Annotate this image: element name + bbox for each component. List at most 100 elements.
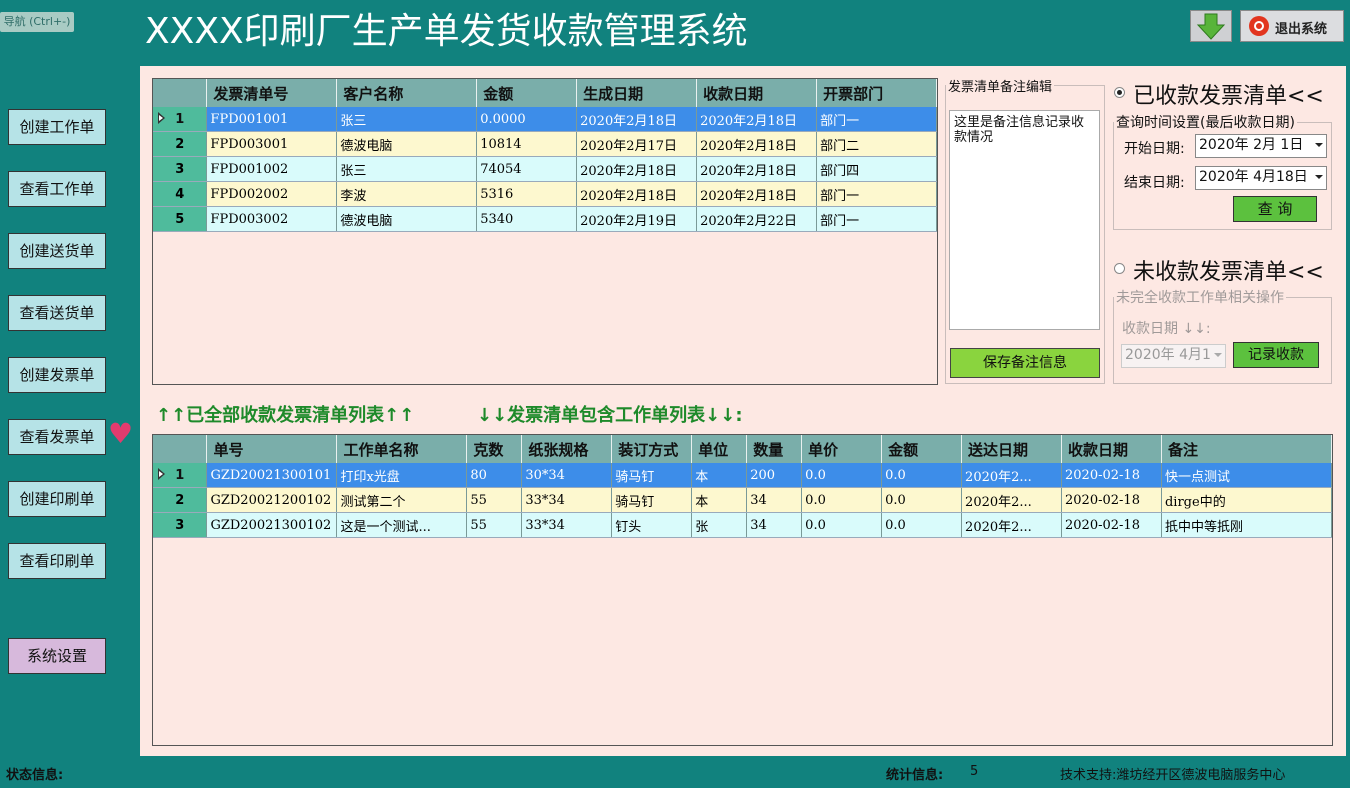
- table-cell[interactable]: 0.0: [801, 463, 883, 488]
- row-header[interactable]: 3: [153, 156, 208, 182]
- table-cell[interactable]: 2020-02-18: [1061, 512, 1162, 538]
- table-cell[interactable]: GZD20021300102: [206, 512, 338, 538]
- table-cell[interactable]: FPD003001: [206, 131, 338, 157]
- table-row[interactable]: 3 GZD20021300102 这是一个测试... 55 33*34 钉头 张…: [153, 512, 1332, 538]
- sidebar-item-view-print-order[interactable]: 查看印刷单: [8, 543, 106, 579]
- table-cell[interactable]: 2020年2...: [961, 512, 1063, 538]
- table-cell[interactable]: 张: [691, 512, 748, 538]
- table-cell[interactable]: 0.0: [881, 463, 963, 488]
- sidebar-item-create-work-order[interactable]: 创建工作单: [8, 109, 106, 145]
- record-payment-button[interactable]: 记录收款: [1233, 342, 1319, 368]
- column-header[interactable]: 单价: [801, 435, 883, 463]
- table-cell[interactable]: 80: [466, 463, 523, 488]
- start-date-picker[interactable]: 2020年 2月 1日: [1195, 134, 1327, 158]
- column-header[interactable]: 送达日期: [961, 435, 1063, 463]
- table-cell[interactable]: 2020年2月18日: [696, 156, 818, 182]
- table-row[interactable]: 1 GZD20021300101 打印x光盘 80 30*34 骑马钉 本 20…: [153, 463, 1332, 488]
- download-button[interactable]: [1190, 10, 1232, 42]
- table-cell[interactable]: 李波: [336, 181, 478, 207]
- table-cell[interactable]: 2020年2月18日: [696, 107, 818, 132]
- table-cell[interactable]: 2020年2月17日: [576, 131, 698, 157]
- table-row[interactable]: 2 FPD003001 德波电脑 10814 2020年2月17日 2020年2…: [153, 131, 937, 157]
- column-header[interactable]: 客户名称: [336, 79, 478, 107]
- row-header[interactable]: 3: [153, 512, 208, 538]
- invoice-list-grid[interactable]: 发票清单号 客户名称 金额 生成日期 收款日期 开票部门 1 FPD001001…: [152, 78, 938, 385]
- table-cell[interactable]: FPD001001: [206, 107, 338, 132]
- table-cell[interactable]: 钉头: [611, 512, 693, 538]
- table-cell[interactable]: 34: [746, 487, 803, 513]
- table-cell[interactable]: 2020年2月19日: [576, 206, 698, 232]
- table-cell[interactable]: 10814: [476, 131, 578, 157]
- row-header[interactable]: 4: [153, 181, 208, 207]
- table-cell[interactable]: FPD003002: [206, 206, 338, 232]
- table-cell[interactable]: 2020年2月18日: [696, 131, 818, 157]
- unpaid-invoices-radio[interactable]: [1114, 263, 1125, 274]
- column-header[interactable]: 纸张规格: [521, 435, 613, 463]
- column-header[interactable]: 装订方式: [611, 435, 693, 463]
- unpaid-invoices-label[interactable]: 未收款发票清单<<: [1133, 254, 1324, 286]
- table-cell[interactable]: 2020-02-18: [1061, 487, 1162, 513]
- table-cell[interactable]: 0.0: [801, 512, 883, 538]
- table-cell[interactable]: 2020年2月18日: [696, 181, 818, 207]
- table-cell[interactable]: 5340: [476, 206, 578, 232]
- table-cell[interactable]: 55: [466, 512, 523, 538]
- table-cell[interactable]: 本: [691, 487, 748, 513]
- table-cell[interactable]: 34: [746, 512, 803, 538]
- sidebar-item-view-delivery[interactable]: 查看送货单: [8, 295, 106, 331]
- sidebar-item-view-invoice[interactable]: 查看发票单: [8, 419, 106, 455]
- table-cell[interactable]: 2020年2...: [961, 487, 1063, 513]
- column-header[interactable]: 生成日期: [576, 79, 698, 107]
- column-header[interactable]: 单位: [691, 435, 748, 463]
- table-row[interactable]: 4 FPD002002 李波 5316 2020年2月18日 2020年2月18…: [153, 181, 937, 207]
- table-cell[interactable]: 0.0: [801, 487, 883, 513]
- table-cell[interactable]: 德波电脑: [336, 206, 478, 232]
- table-cell[interactable]: 快一点测试: [1161, 463, 1332, 488]
- table-cell[interactable]: FPD002002: [206, 181, 338, 207]
- column-header[interactable]: 数量: [746, 435, 803, 463]
- table-cell[interactable]: 德波电脑: [336, 131, 478, 157]
- sidebar-item-create-delivery[interactable]: 创建送货单: [8, 233, 106, 269]
- table-cell[interactable]: 2020年2...: [961, 463, 1063, 488]
- table-cell[interactable]: 55: [466, 487, 523, 513]
- column-header[interactable]: 备注: [1161, 435, 1332, 463]
- table-cell[interactable]: 33*34: [521, 512, 613, 538]
- table-cell[interactable]: 本: [691, 463, 748, 488]
- paid-invoices-radio[interactable]: [1114, 87, 1125, 98]
- sidebar-item-create-print-order[interactable]: 创建印刷单: [8, 481, 106, 517]
- table-row[interactable]: 5 FPD003002 德波电脑 5340 2020年2月19日 2020年2月…: [153, 206, 937, 232]
- table-cell[interactable]: 张三: [336, 107, 478, 132]
- memo-textarea[interactable]: 这里是备注信息记录收款情况: [949, 110, 1100, 330]
- system-settings-button[interactable]: 系统设置: [8, 638, 106, 674]
- navigation-toggle-button[interactable]: 导航 (Ctrl+-): [0, 12, 74, 32]
- column-header[interactable]: 收款日期: [1061, 435, 1162, 463]
- table-cell[interactable]: GZD20021300101: [206, 463, 338, 488]
- table-cell[interactable]: 扺中中等扺刚: [1161, 512, 1332, 538]
- table-cell[interactable]: 2020年2月18日: [576, 107, 698, 132]
- row-header[interactable]: 5: [153, 206, 208, 232]
- chevron-down-icon[interactable]: [1214, 353, 1222, 357]
- column-header[interactable]: 单号: [206, 435, 338, 463]
- save-memo-button[interactable]: 保存备注信息: [950, 348, 1100, 378]
- sidebar-item-create-invoice[interactable]: 创建发票单: [8, 357, 106, 393]
- table-cell[interactable]: 测试第二个: [336, 487, 468, 513]
- column-header[interactable]: 克数: [466, 435, 523, 463]
- table-cell[interactable]: 0.0: [881, 512, 963, 538]
- row-header[interactable]: 1: [153, 463, 208, 488]
- column-header[interactable]: 收款日期: [696, 79, 818, 107]
- table-cell[interactable]: FPD001002: [206, 156, 338, 182]
- table-cell[interactable]: 张三: [336, 156, 478, 182]
- table-cell[interactable]: 打印x光盘: [336, 463, 468, 488]
- row-header[interactable]: 2: [153, 487, 208, 513]
- query-button[interactable]: 查 询: [1233, 196, 1317, 222]
- table-cell[interactable]: 0.0000: [476, 107, 578, 132]
- table-cell[interactable]: 2020年2月18日: [576, 181, 698, 207]
- table-cell[interactable]: 骑马钉: [611, 463, 693, 488]
- table-row[interactable]: 3 FPD001002 张三 74054 2020年2月18日 2020年2月1…: [153, 156, 937, 182]
- column-header[interactable]: 发票清单号: [206, 79, 338, 107]
- table-cell[interactable]: 部门一: [816, 107, 937, 132]
- chevron-down-icon[interactable]: [1315, 175, 1323, 179]
- table-cell[interactable]: 2020年2月22日: [696, 206, 818, 232]
- chevron-down-icon[interactable]: [1315, 143, 1323, 147]
- work-order-grid[interactable]: 单号 工作单名称 克数 纸张规格 装订方式 单位 数量 单价 金额 送达日期 收…: [152, 434, 1333, 746]
- sidebar-item-view-work-order[interactable]: 查看工作单: [8, 171, 106, 207]
